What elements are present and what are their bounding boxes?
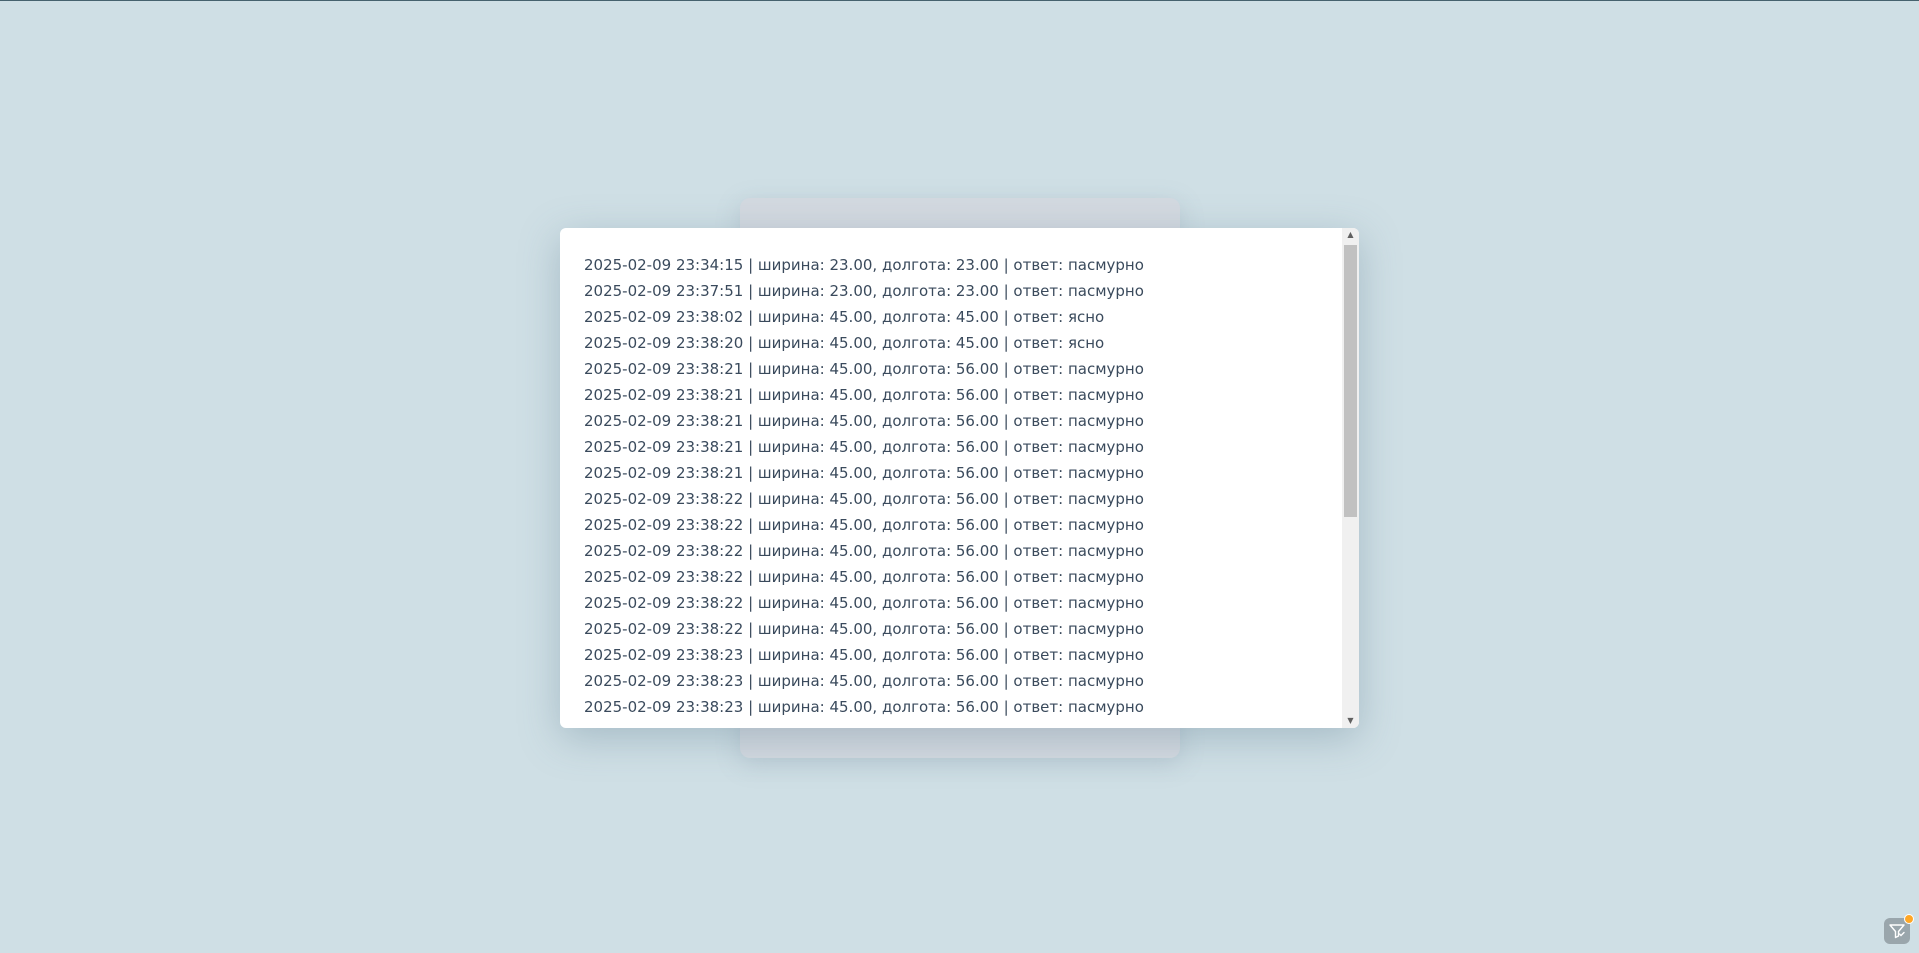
history-log-list: 2025-02-09 23:34:15 | ширина: 23.00, дол… [584, 252, 1324, 720]
log-entry: 2025-02-09 23:38:22 | ширина: 45.00, дол… [584, 542, 1144, 560]
log-entry: 2025-02-09 23:38:02 | ширина: 45.00, дол… [584, 308, 1105, 326]
log-entry: 2025-02-09 23:37:51 | ширина: 23.00, дол… [584, 282, 1144, 300]
history-modal: 2025-02-09 23:34:15 | ширина: 23.00, дол… [560, 228, 1359, 728]
log-entry: 2025-02-09 23:38:22 | ширина: 45.00, дол… [584, 620, 1144, 638]
log-entry: 2025-02-09 23:38:21 | ширина: 45.00, дол… [584, 438, 1144, 456]
log-entry: 2025-02-09 23:38:21 | ширина: 45.00, дол… [584, 464, 1144, 482]
log-entry: 2025-02-09 23:38:22 | ширина: 45.00, дол… [584, 594, 1144, 612]
log-entry: 2025-02-09 23:38:23 | ширина: 45.00, дол… [584, 672, 1144, 690]
filter-widget-button[interactable] [1884, 914, 1914, 944]
log-entry: 2025-02-09 23:34:15 | ширина: 23.00, дол… [584, 256, 1144, 274]
scroll-down-arrow-icon[interactable]: ▼ [1342, 714, 1359, 728]
log-entry: 2025-02-09 23:38:21 | ширина: 45.00, дол… [584, 412, 1144, 430]
modal-scrollbar[interactable]: ▲ ▼ [1342, 228, 1359, 728]
log-entry: 2025-02-09 23:38:21 | ширина: 45.00, дол… [584, 360, 1144, 378]
log-entry: 2025-02-09 23:38:23 | ширина: 45.00, дол… [584, 646, 1144, 664]
log-entry: 2025-02-09 23:38:23 | ширина: 45.00, дол… [584, 698, 1144, 716]
log-entry: 2025-02-09 23:38:20 | ширина: 45.00, дол… [584, 334, 1105, 352]
log-entry: 2025-02-09 23:38:22 | ширина: 45.00, дол… [584, 516, 1144, 534]
window-top-border [0, 0, 1919, 1]
log-entry: 2025-02-09 23:38:22 | ширина: 45.00, дол… [584, 490, 1144, 508]
log-entry: 2025-02-09 23:38:22 | ширина: 45.00, дол… [584, 568, 1144, 586]
scroll-up-arrow-icon[interactable]: ▲ [1342, 228, 1359, 242]
log-entry: 2025-02-09 23:38:21 | ширина: 45.00, дол… [584, 386, 1144, 404]
notification-badge [1904, 914, 1914, 924]
scroll-thumb[interactable] [1344, 245, 1357, 517]
filter-check-icon [1889, 924, 1905, 939]
